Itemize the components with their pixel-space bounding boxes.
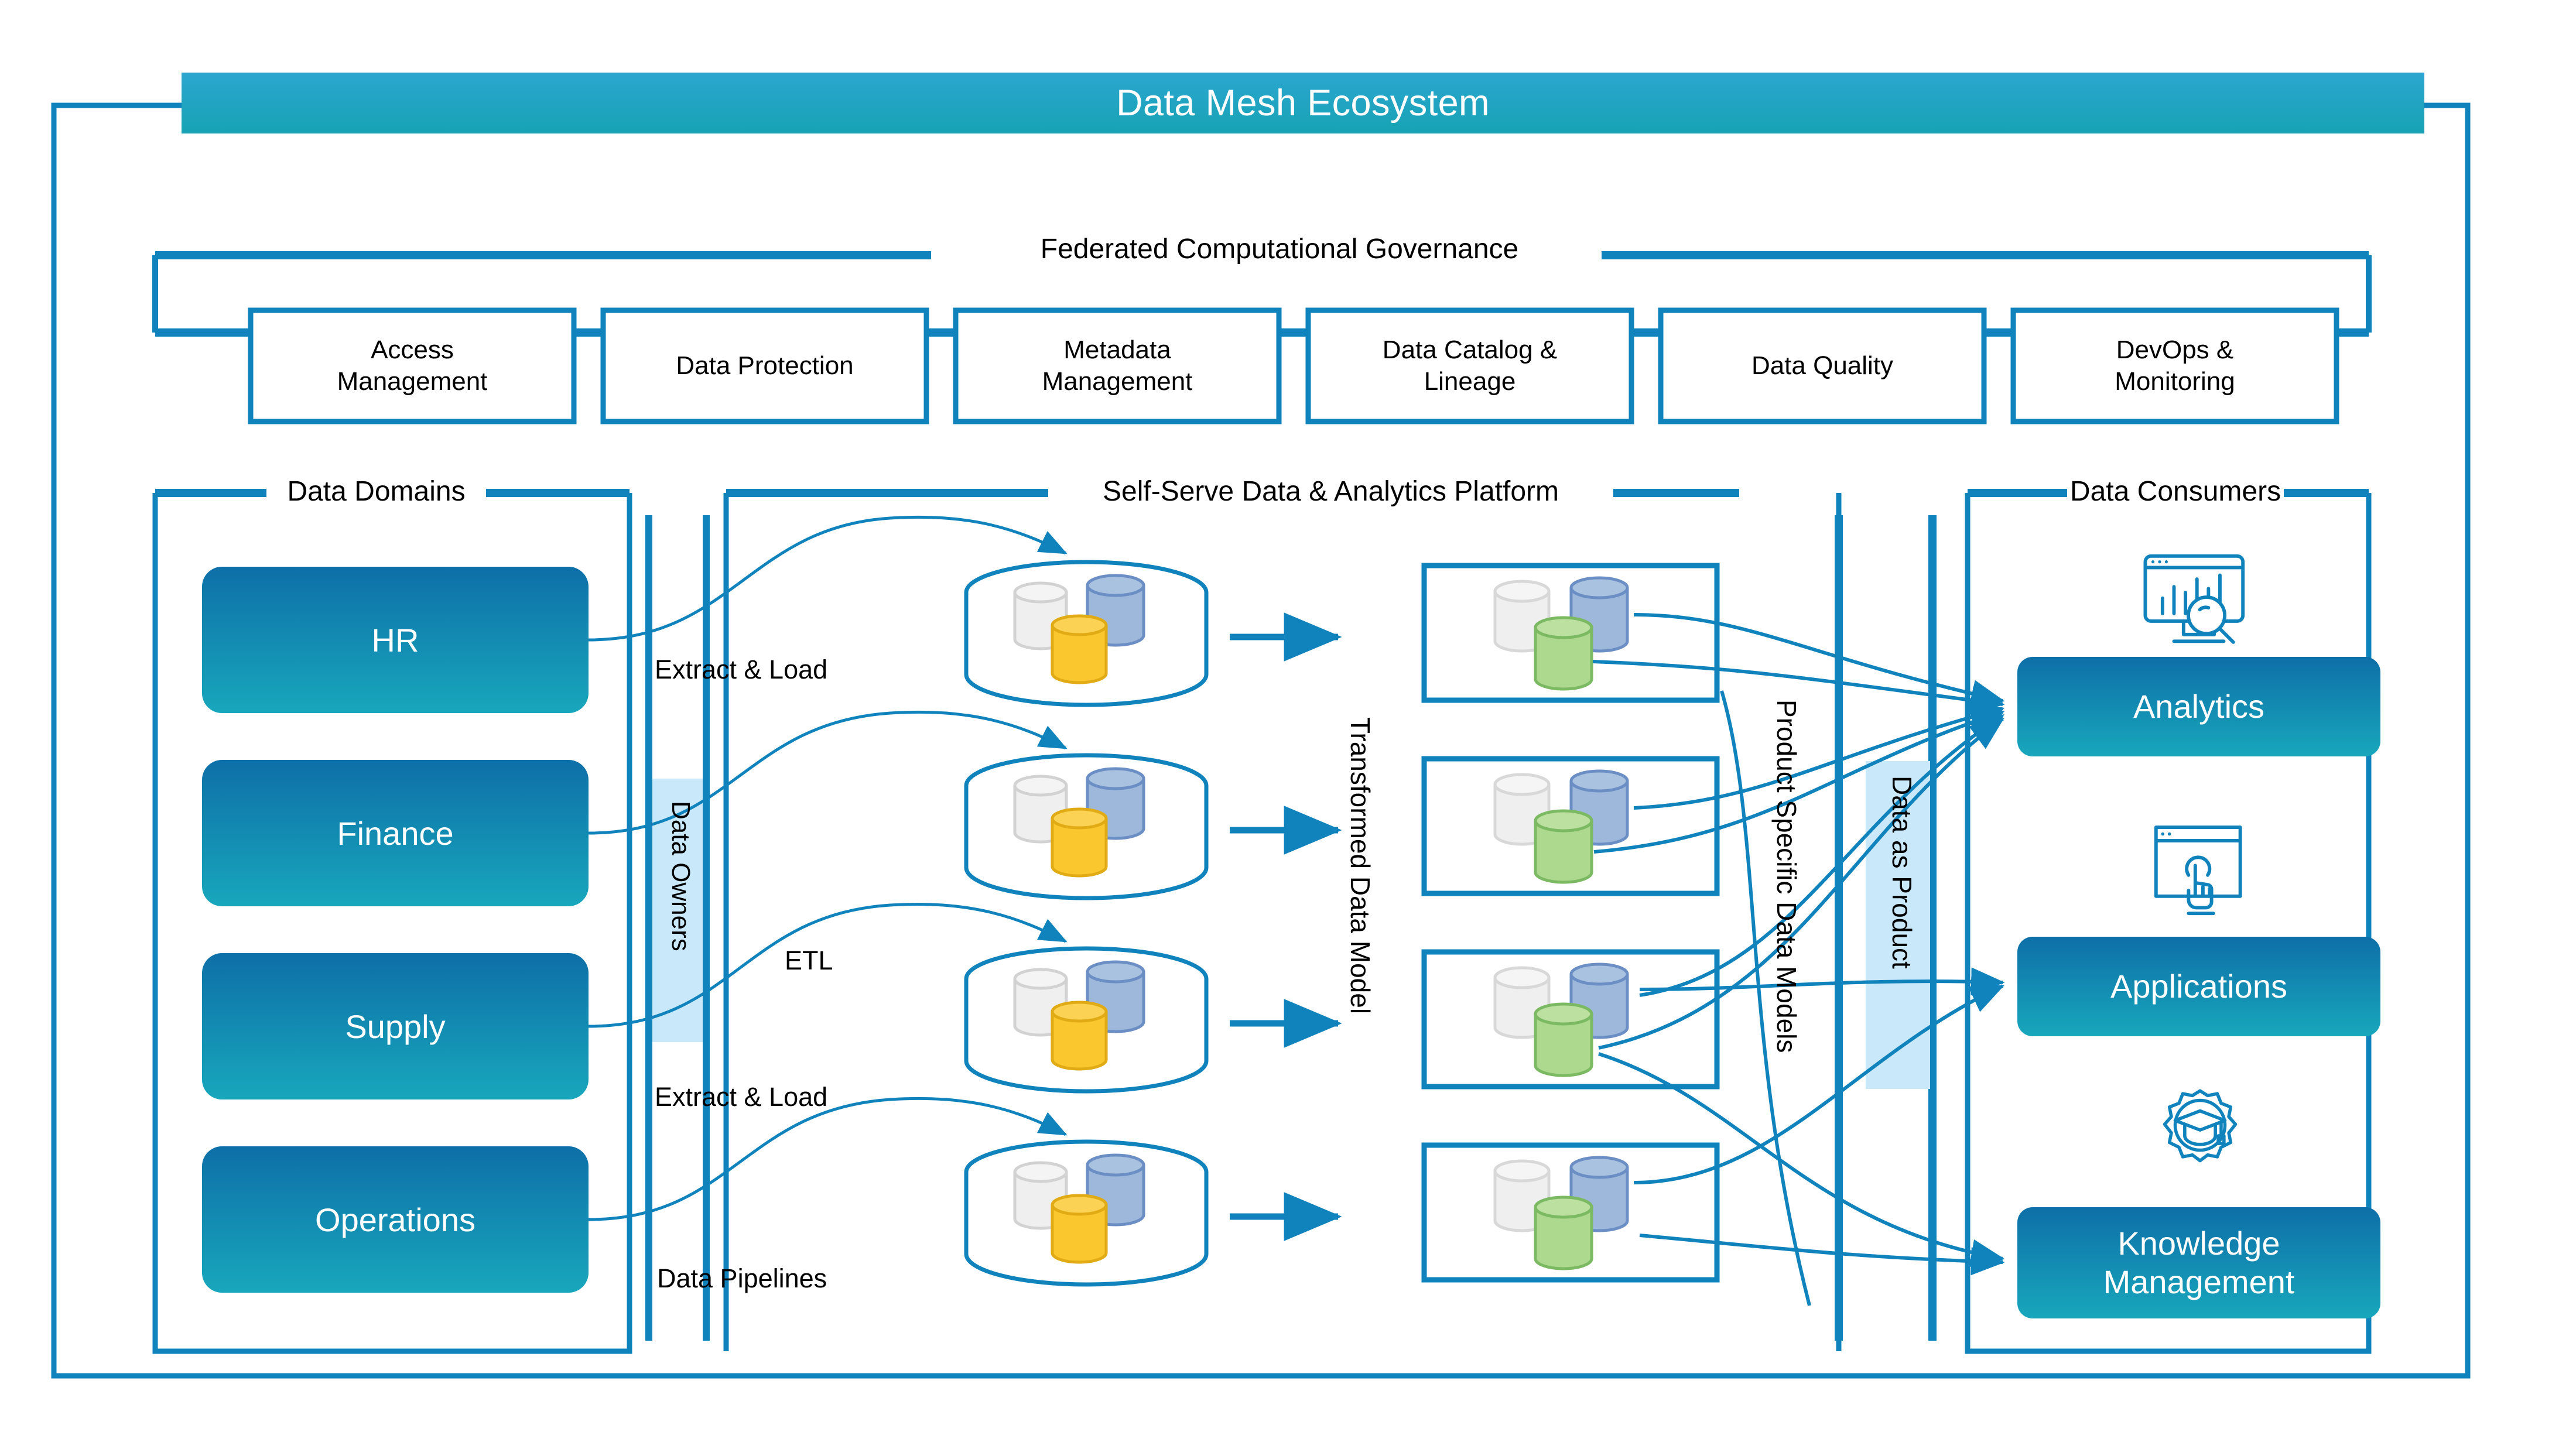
page-title: Data Mesh Ecosystem <box>1116 83 1490 124</box>
consumer-label: Analytics <box>2133 687 2265 725</box>
platform-title: Self-Serve Data & Analytics Platform <box>1103 476 1559 507</box>
store-cyl-yellow <box>1051 1194 1108 1264</box>
gov-line2: Lineage <box>1424 367 1516 396</box>
governance-item-access-management[interactable]: Access Management <box>251 310 574 422</box>
flow-label-etl: ETL <box>785 946 833 975</box>
flow-label-data-pipelines: Data Pipelines <box>657 1263 827 1293</box>
flow-label-extract-load-1: Extract & Load <box>655 655 828 684</box>
domain-label: Operations <box>315 1201 475 1238</box>
product-cyl-green <box>1534 1195 1593 1270</box>
browser-touch-hand-icon <box>2150 820 2250 919</box>
domain-label: HR <box>371 621 419 659</box>
store-cyl-yellow <box>1051 614 1108 684</box>
gov-line1: Data Protection <box>676 351 854 381</box>
governance-item-metadata-management[interactable]: Metadata Management <box>956 310 1279 422</box>
gov-line2: Management <box>337 367 488 396</box>
data-as-product-label: Data as Product <box>1887 776 1917 969</box>
product-cyl-green <box>1534 616 1593 691</box>
data-owners-label: Data Owners <box>666 801 695 951</box>
domain-box-hr[interactable]: HR <box>202 567 589 713</box>
consumer-label: Applications <box>2110 967 2287 1005</box>
product-cyl-green <box>1534 1002 1593 1077</box>
gov-line2: Management <box>1042 367 1193 396</box>
transformed-data-model-label: Transformed Data Model <box>1345 717 1376 1015</box>
domains-title: Data Domains <box>287 476 466 507</box>
analytics-monitor-magnifier-icon <box>2140 550 2257 650</box>
consumer-box-knowledge-management[interactable]: Knowledge Management <box>2017 1207 2380 1318</box>
store-cyl-yellow <box>1051 807 1108 878</box>
consumer-label-line2: Management <box>2103 1263 2295 1300</box>
governance-item-data-catalog-lineage[interactable]: Data Catalog & Lineage <box>1308 310 1631 422</box>
consumer-label-line1: Knowledge <box>2117 1224 2280 1262</box>
product-cyl-green <box>1534 809 1593 884</box>
gear-graduation-cap-icon <box>2150 1086 2250 1186</box>
governance-title: Federated Computational Governance <box>1040 234 1519 265</box>
transform-arrows <box>1230 612 1342 1241</box>
governance-item-devops-monitoring[interactable]: DevOps & Monitoring <box>2013 310 2336 422</box>
gov-line1: Access <box>371 335 454 365</box>
product-specific-data-models-label: Product Specific Data Models <box>1771 700 1802 1053</box>
gov-line2: Monitoring <box>2115 367 2235 396</box>
gov-line1: DevOps & <box>2116 335 2234 365</box>
consumer-box-applications[interactable]: Applications <box>2017 937 2380 1036</box>
domain-box-operations[interactable]: Operations <box>202 1146 589 1293</box>
store-cyl-yellow <box>1051 1001 1108 1071</box>
gov-line1: Metadata <box>1063 335 1171 365</box>
governance-item-data-protection[interactable]: Data Protection <box>603 310 926 422</box>
flow-label-extract-load-2: Extract & Load <box>655 1082 828 1112</box>
domain-label: Supply <box>345 1008 446 1045</box>
domain-box-supply[interactable]: Supply <box>202 953 589 1099</box>
consumers-title: Data Consumers <box>2069 476 2281 507</box>
domain-label: Finance <box>337 814 454 852</box>
gov-line1: Data Quality <box>1751 351 1894 381</box>
gov-line1: Data Catalog & <box>1382 335 1558 365</box>
domain-box-finance[interactable]: Finance <box>202 760 589 906</box>
consumer-box-analytics[interactable]: Analytics <box>2017 657 2380 756</box>
governance-item-data-quality[interactable]: Data Quality <box>1661 310 1984 422</box>
